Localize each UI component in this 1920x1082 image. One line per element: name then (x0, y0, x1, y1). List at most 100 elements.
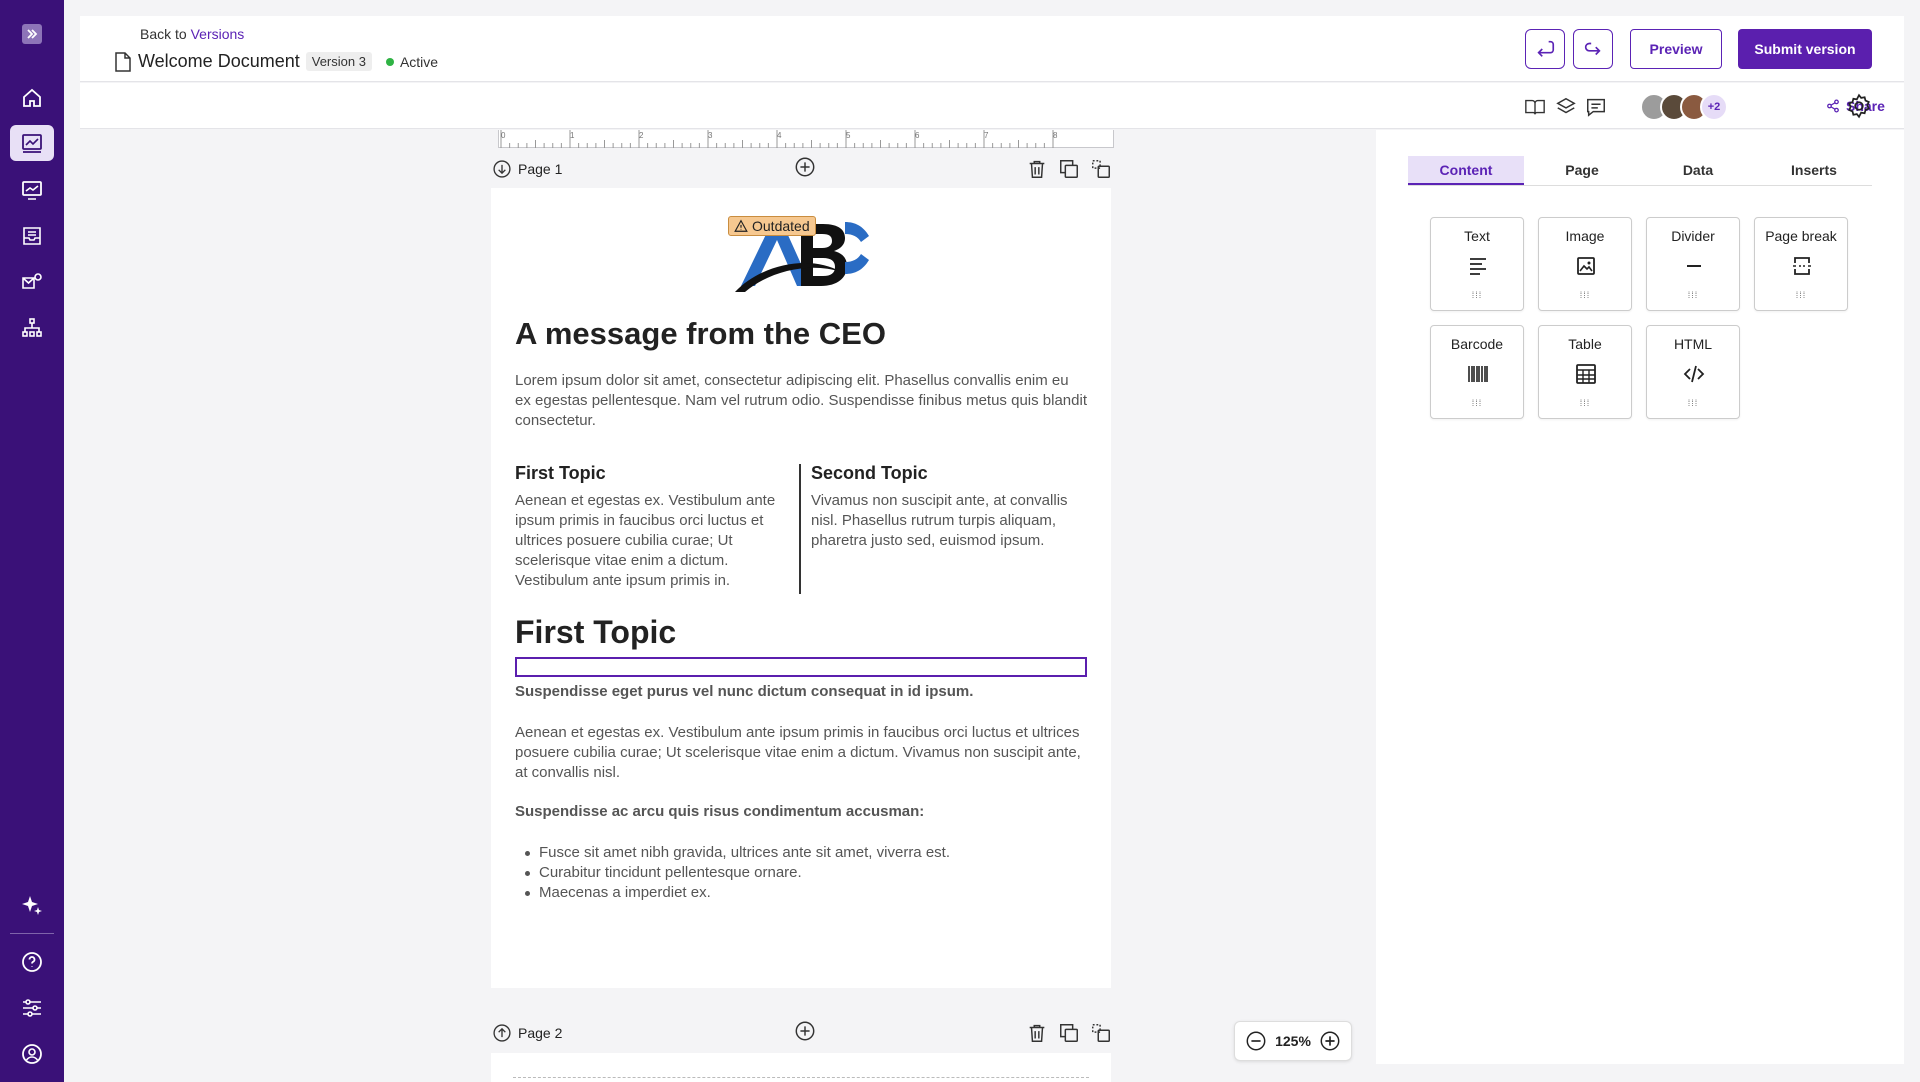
column-1-title[interactable]: First Topic (515, 463, 606, 484)
undo-icon (1537, 40, 1555, 57)
page-actions (1026, 1022, 1112, 1044)
nav-home[interactable] (10, 80, 54, 116)
document-page-2[interactable] (491, 1053, 1111, 1082)
page-settings-icon[interactable] (1090, 1022, 1112, 1044)
document-heading[interactable]: A message from the CEO (515, 316, 886, 352)
document-title: Welcome Document (138, 51, 300, 71)
ruler-label: 6 (915, 131, 920, 140)
tile-label: Divider (1671, 228, 1715, 244)
intro-paragraph[interactable]: Lorem ipsum dolor sit amet, consectetur … (515, 371, 1087, 431)
page-2-toolbar: Page 2 (492, 1018, 1112, 1048)
drag-handle-icon[interactable]: ⁞⁞⁞ (1755, 290, 1847, 300)
share-icon (1827, 99, 1839, 113)
tile-label: HTML (1673, 336, 1713, 352)
zoom-level: 125% (1275, 1033, 1311, 1049)
drag-handle-icon[interactable]: ⁞⁞⁞ (1647, 398, 1739, 408)
list-item[interactable]: Maecenas a imperdiet ex. (515, 883, 950, 903)
page-settings-icon[interactable] (1090, 158, 1112, 180)
selected-divider-block[interactable] (515, 657, 1087, 677)
nav-profile[interactable] (10, 1036, 54, 1072)
tab-content[interactable]: Content (1408, 156, 1524, 185)
expand-sidebar-button[interactable] (10, 16, 54, 52)
help-icon (22, 952, 42, 972)
add-page-button[interactable] (794, 156, 816, 183)
duplicate-icon[interactable] (1058, 1022, 1080, 1044)
column-1-text[interactable]: Aenean et egestas ex. Vestibulum ante ip… (515, 491, 789, 591)
drag-handle-icon[interactable]: ⁞⁞⁞ (1539, 290, 1631, 300)
ruler-label: 2 (639, 131, 644, 140)
document-editor-icon (22, 134, 42, 153)
document-header: Back to Versions Welcome Document Versio… (80, 16, 1904, 82)
back-to-versions-link[interactable]: Versions (191, 26, 245, 42)
trash-icon[interactable] (1026, 158, 1048, 180)
document-icon (115, 51, 131, 72)
column-2-title[interactable]: Second Topic (811, 463, 928, 484)
body-paragraph-2[interactable]: Aenean et egestas ex. Vestibulum ante ip… (515, 723, 1087, 783)
move-down-icon[interactable] (492, 159, 512, 179)
nav-ai-assistant[interactable] (10, 887, 54, 923)
nav-help[interactable] (10, 944, 54, 980)
bullet-list[interactable]: Fusce sit amet nibh gravida, ultrices an… (515, 843, 950, 903)
list-item[interactable]: Curabitur tincidunt pellentesque ornare. (515, 863, 950, 883)
ruler-label: 0 (501, 131, 506, 140)
tile-barcode[interactable]: Barcode ⁞⁞⁞ (1430, 325, 1524, 419)
nav-documents[interactable] (10, 125, 54, 161)
add-page-button[interactable] (794, 1020, 816, 1047)
tile-text[interactable]: Text ⁞⁞⁞ (1430, 217, 1524, 311)
status-dot-icon (385, 57, 394, 66)
drag-handle-icon[interactable]: ⁞⁞⁞ (1647, 290, 1739, 300)
page-2-label: Page 2 (492, 1023, 562, 1043)
move-up-icon[interactable] (492, 1023, 512, 1043)
drag-handle-icon[interactable]: ⁞⁞⁞ (1431, 290, 1523, 300)
drag-handle-icon[interactable]: ⁞⁞⁞ (1431, 398, 1523, 408)
column-2-text[interactable]: Vivamus non suscipit ante, at convallis … (811, 491, 1091, 551)
table-icon (1576, 364, 1596, 384)
status-text: Active (399, 53, 439, 70)
preview-button[interactable]: Preview (1630, 29, 1722, 69)
tile-html[interactable]: HTML ⁞⁞⁞ (1646, 325, 1740, 419)
sidebar-divider (10, 933, 54, 934)
text-align-icon (1470, 258, 1486, 275)
duplicate-icon[interactable] (1058, 158, 1080, 180)
ruler-ticks (500, 130, 1054, 148)
zoom-out-icon[interactable] (1245, 1030, 1267, 1052)
barcode-icon (1468, 366, 1488, 382)
plus-circle-icon (795, 1021, 815, 1040)
tab-data[interactable]: Data (1640, 156, 1756, 185)
list-item[interactable]: Fusce sit amet nibh gravida, ultrices an… (515, 843, 950, 863)
tab-inserts[interactable]: Inserts (1756, 156, 1872, 185)
layers-button[interactable] (1554, 95, 1578, 119)
nav-inbox[interactable] (10, 218, 54, 254)
tile-table[interactable]: Table ⁞⁞⁞ (1538, 325, 1632, 419)
nav-hierarchy[interactable] (10, 310, 54, 346)
nav-mail-location[interactable] (10, 264, 54, 300)
ruler-label: 4 (777, 131, 782, 140)
zoom-in-icon[interactable] (1319, 1030, 1341, 1052)
bold-paragraph-2[interactable]: Suspendisse ac arcu quis risus condiment… (515, 803, 924, 820)
tile-page-break[interactable]: Page break ⁞⁞⁞ (1754, 217, 1848, 311)
comments-button[interactable] (1584, 95, 1608, 119)
tile-image[interactable]: Image ⁞⁞⁞ (1538, 217, 1632, 311)
panel-tabs: Content Page Data Inserts (1408, 156, 1872, 186)
tab-page[interactable]: Page (1524, 156, 1640, 185)
bold-paragraph-1[interactable]: Suspendisse eget purus vel nunc dictum c… (515, 683, 973, 700)
guide-button[interactable] (1523, 95, 1547, 119)
drag-handle-icon[interactable]: ⁞⁞⁞ (1539, 398, 1631, 408)
nav-analytics[interactable] (10, 172, 54, 208)
status-indicator: Active (385, 53, 439, 70)
document-page-1[interactable]: Outdated A message from the CEO Lorem ip… (491, 188, 1111, 988)
submit-version-button[interactable]: Submit version (1738, 29, 1872, 69)
page-1-toolbar: Page 1 (492, 154, 1112, 184)
ruler-label: 5 (846, 131, 851, 140)
undo-button[interactable] (1525, 29, 1565, 69)
settings-button[interactable] (1846, 93, 1872, 119)
book-open-icon (1525, 99, 1545, 115)
nav-settings[interactable] (10, 990, 54, 1026)
section-heading[interactable]: First Topic (515, 614, 676, 651)
trash-icon[interactable] (1026, 1022, 1048, 1044)
code-icon (1683, 365, 1705, 383)
version-badge: Version 3 (305, 52, 372, 71)
redo-button[interactable] (1573, 29, 1613, 69)
tile-divider[interactable]: Divider ⁞⁞⁞ (1646, 217, 1740, 311)
more-collaborators-badge[interactable]: +2 (1700, 93, 1728, 121)
